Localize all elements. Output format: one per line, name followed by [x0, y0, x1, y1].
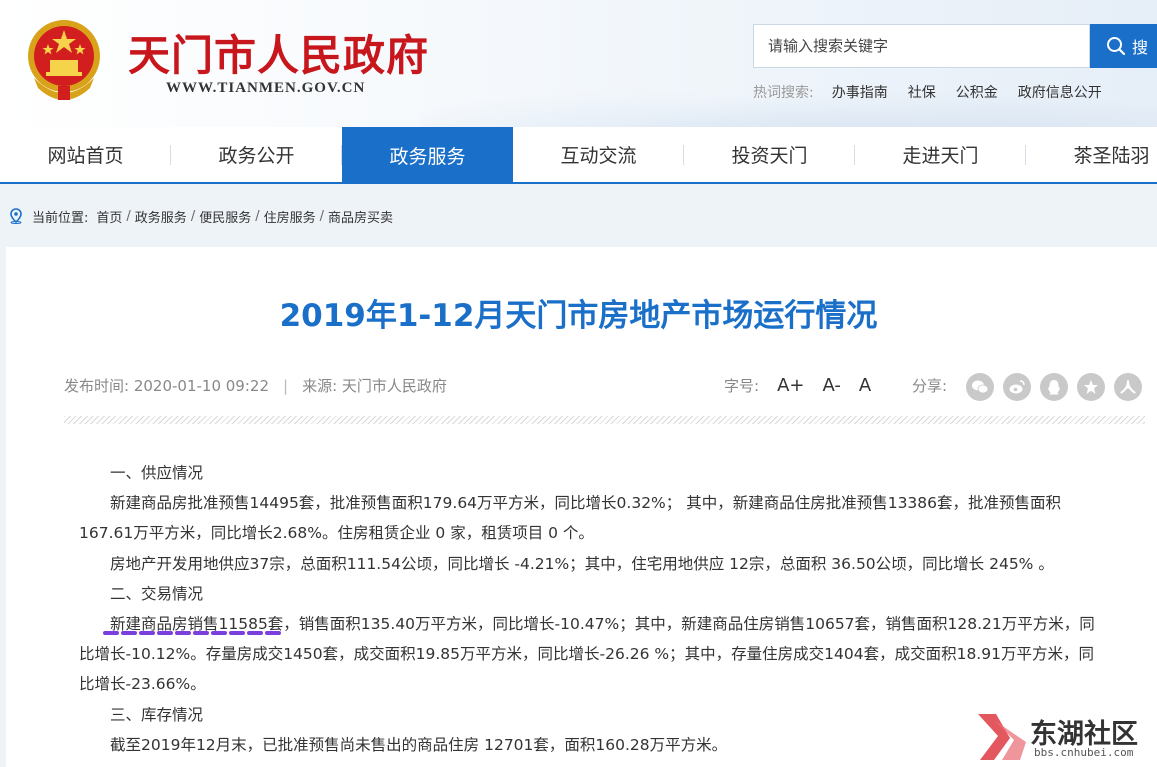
- nav-item-gov-services[interactable]: 政务服务: [342, 127, 513, 184]
- article-meta: 发布时间: 2020-01-10 09:22 | 来源: 天门市人民政府: [64, 375, 447, 396]
- nav-item-about[interactable]: 走进天门: [855, 127, 1026, 182]
- search-button[interactable]: 搜: [1090, 24, 1157, 68]
- search-icon: [1107, 37, 1126, 56]
- hot-words-label: 热词搜索:: [753, 85, 814, 101]
- article-title: 2019年1-12月天门市房地产市场运行情况: [279, 298, 878, 334]
- site-header: 天门市人民政府 WWW.TIANMEN.GOV.CN 搜 热词搜索: 办事指南 …: [0, 0, 1157, 127]
- star-icon[interactable]: [1077, 373, 1105, 401]
- article-source: 来源: 天门市人民政府: [302, 377, 447, 395]
- breadcrumb-separator: /: [126, 208, 131, 224]
- renren-icon[interactable]: [1114, 373, 1142, 401]
- breadcrumb-separator: /: [319, 208, 325, 224]
- breadcrumb-separator: /: [255, 208, 260, 224]
- hot-word-housing-fund[interactable]: 公积金: [956, 82, 998, 102]
- publish-time: 发布时间: 2020-01-10 09:22: [64, 377, 269, 395]
- breadcrumb-commercial-housing[interactable]: 商品房买卖: [328, 207, 393, 226]
- watermark-url: bbs.cnhubei.com: [1034, 746, 1134, 759]
- main-nav: 网站首页 政务公开 政务服务 互动交流 投资天门 走进天门 茶圣陆羽: [0, 127, 1157, 184]
- meta-divider: |: [283, 377, 289, 395]
- share-icons: [966, 373, 1142, 401]
- hot-words: 热词搜索: 办事指南 社保 公积金 政府信息公开: [753, 82, 1122, 102]
- section-heading-supply: 一、供应情况: [110, 464, 204, 482]
- hot-word-social-security[interactable]: 社保: [908, 82, 936, 102]
- breadcrumb-home[interactable]: 首页: [96, 207, 122, 226]
- font-size-default-button[interactable]: A: [859, 375, 871, 396]
- font-size-decrease-button[interactable]: A-: [822, 375, 840, 396]
- hot-word-gov-info[interactable]: 政府信息公开: [1018, 82, 1102, 102]
- paragraph-trade: 新建商品房销售11585套，销售面积135.40万平方米，同比增长-10.47%…: [79, 615, 1095, 694]
- nav-item-investment[interactable]: 投资天门: [684, 127, 855, 182]
- font-size-controls: 字号: A+ A- A: [724, 375, 871, 396]
- site-url: WWW.TIANMEN.GOV.CN: [166, 80, 366, 96]
- hot-word-guide[interactable]: 办事指南: [832, 82, 888, 102]
- section-heading-trade: 二、交易情况: [110, 584, 204, 603]
- nav-item-interaction[interactable]: 互动交流: [513, 127, 684, 182]
- qq-icon[interactable]: [1040, 373, 1068, 401]
- paragraph-inventory: 截至2019年12月末，已批准预售尚未售出的商品住房 12701套，面积160.…: [110, 735, 728, 754]
- nav-item-luyu[interactable]: 茶圣陆羽: [1026, 127, 1157, 182]
- wechat-icon[interactable]: [966, 373, 994, 401]
- breadcrumb-convenience[interactable]: 便民服务: [199, 207, 251, 226]
- font-size-increase-button[interactable]: A+: [777, 375, 804, 396]
- site-title[interactable]: 天门市人民政府: [128, 22, 429, 83]
- breadcrumb-gov-services[interactable]: 政务服务: [135, 207, 187, 226]
- nav-item-gov-affairs[interactable]: 政务公开: [171, 127, 342, 182]
- article-body: 一、供应情况 新建商品房批准预售14495套，批准预售面积179.64万平方米，…: [79, 458, 1109, 760]
- location-pin-icon: [10, 208, 22, 224]
- breadcrumb-housing[interactable]: 住房服务: [264, 207, 316, 226]
- paragraph-supply-land: 房地产开发用地供应37宗，总面积111.54公顷，同比增长 -4.21%；其中，…: [110, 554, 1054, 573]
- nav-item-home[interactable]: 网站首页: [0, 127, 171, 182]
- national-emblem-icon: [28, 20, 100, 100]
- font-size-label: 字号:: [724, 377, 760, 395]
- paragraph-supply-presale: 新建商品房批准预售14495套，批准预售面积179.64万平方米，同比增长0.3…: [79, 494, 1062, 543]
- title-divider: [64, 416, 1145, 424]
- weibo-icon[interactable]: [1003, 373, 1031, 401]
- breadcrumb-separator: /: [190, 208, 196, 224]
- section-heading-inventory: 三、库存情况: [110, 705, 204, 724]
- breadcrumb: 当前位置: 首页 / 政务服务 / 便民服务 / 住房服务 / 商品房买卖: [8, 205, 393, 227]
- search-input[interactable]: [753, 24, 1090, 68]
- breadcrumb-label: 当前位置:: [32, 210, 89, 226]
- search-button-label: 搜: [1132, 40, 1149, 57]
- share-label: 分享:: [912, 377, 948, 395]
- highlight-underline: [103, 631, 281, 635]
